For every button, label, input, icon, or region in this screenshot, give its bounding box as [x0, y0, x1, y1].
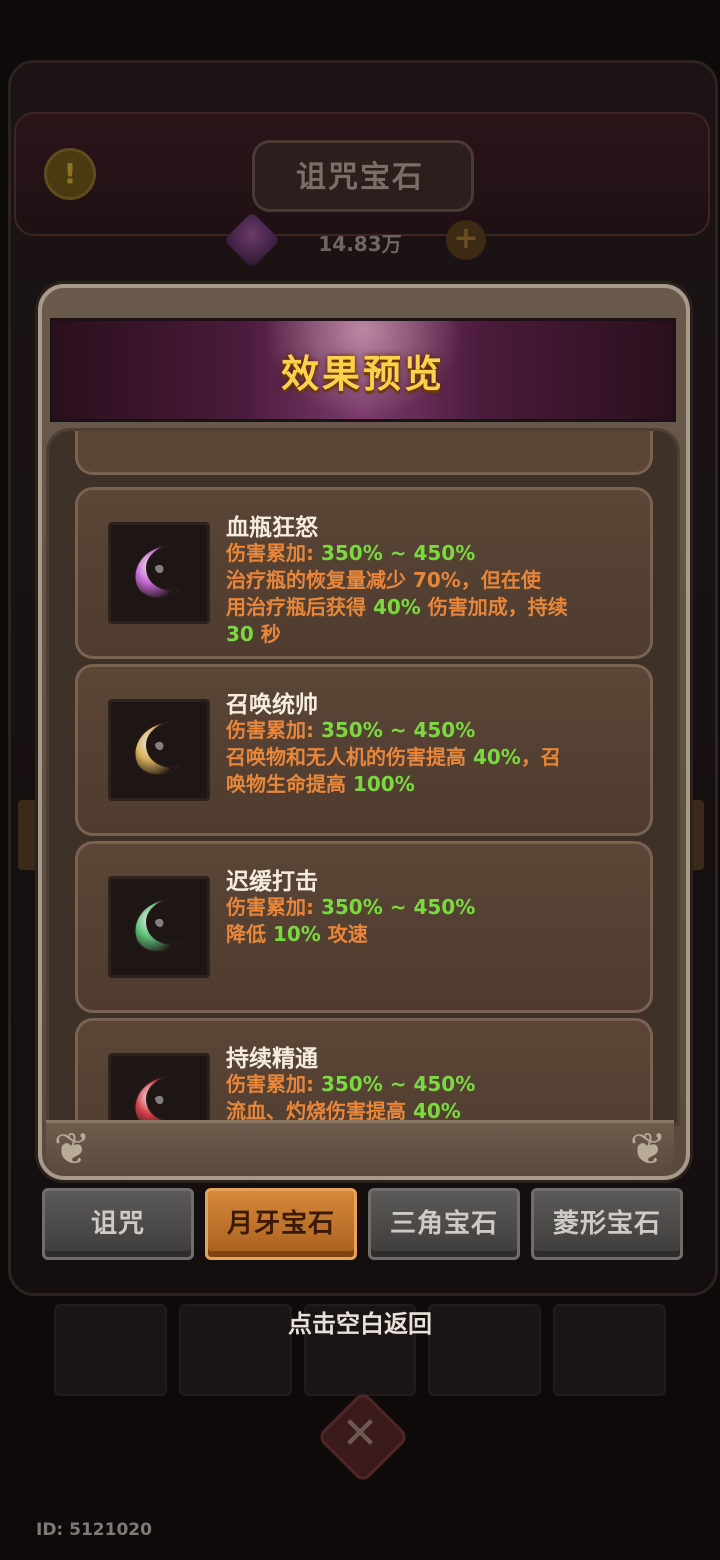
effect-name: 召唤统帅: [226, 692, 318, 718]
effect-text: 攻速: [320, 922, 368, 946]
effect-text: 伤害累加:: [226, 718, 321, 742]
effect-description-line: 用治疗瓶后获得 40% 伤害加成，持续: [226, 594, 626, 621]
effect-text: 伤害累加:: [226, 1072, 321, 1096]
effect-text: ，召: [520, 745, 561, 769]
effect-name: 持续精通: [226, 1046, 318, 1072]
effect-description-line: 伤害累加: 350% ~ 450%: [226, 540, 626, 567]
effect-text: 秒: [253, 622, 281, 646]
close-icon: ✕: [341, 1408, 379, 1459]
effect-text: 召唤物和无人机的伤害提高: [226, 745, 473, 769]
effect-card: 召唤统帅 伤害累加: 350% ~ 450% 召唤物和无人机的伤害提高 40%，召唤…: [75, 664, 653, 836]
effect-description-line: 30 秒: [226, 621, 626, 648]
effect-preview-banner: 效果预览: [50, 318, 676, 422]
effect-text: 伤害加成，持续: [420, 595, 568, 619]
tab-diamond-gem[interactable]: 菱形宝石: [531, 1188, 683, 1260]
effect-card: 血瓶狂怒 伤害累加: 350% ~ 450% 治疗瓶的恢复量减少 70%，但在使 用治…: [75, 487, 653, 659]
crescent-gem-icon: [108, 1053, 210, 1123]
effect-description-line: 伤害累加: 350% ~ 450%: [226, 717, 626, 744]
list-item-partial: [75, 431, 653, 475]
effect-description-line: 伤害累加: 350% ~ 450%: [226, 1071, 626, 1098]
effect-text: 伤害累加:: [226, 541, 321, 565]
crescent-gem-icon: [108, 876, 210, 978]
effect-text: 唤物生命提高: [226, 772, 353, 796]
effect-text: 用治疗瓶后获得: [226, 595, 373, 619]
effect-description-line: 唤物生命提高 100%: [226, 771, 626, 798]
currency-amount: 14.83万: [318, 232, 402, 256]
effect-value: 10%: [272, 922, 321, 946]
crescent-gem-icon: [108, 522, 210, 624]
modal-title: 效果预览: [280, 352, 445, 396]
tab-curse[interactable]: 诅咒: [42, 1188, 194, 1260]
effect-value: 30: [226, 622, 254, 646]
panel-bottom-rail: [46, 1120, 674, 1175]
effect-value: 350% ~ 450%: [320, 541, 476, 565]
effect-value: 350% ~ 450%: [320, 718, 476, 742]
corner-ornament-right-icon: ❦: [629, 1124, 667, 1175]
effect-text: 治疗瓶的恢复量减少: [226, 568, 413, 592]
warning-icon[interactable]: !: [44, 148, 96, 200]
effect-list[interactable]: 血瓶狂怒 伤害累加: 350% ~ 450% 治疗瓶的恢复量减少 70%，但在使 用治…: [46, 428, 680, 1126]
effect-description-line: 召唤物和无人机的伤害提高 40%，召: [226, 744, 626, 771]
effect-value: 100%: [352, 772, 415, 796]
effect-name: 迟缓打击: [226, 869, 318, 895]
effect-value: 350% ~ 450%: [320, 895, 476, 919]
side-tab-left: [18, 800, 38, 870]
corner-ornament-left-icon: ❦: [53, 1124, 91, 1175]
effect-description-line: 治疗瓶的恢复量减少 70%，但在使: [226, 567, 626, 594]
effect-description-line: 降低 10% 攻速: [226, 921, 626, 948]
crescent-gem-icon: [108, 699, 210, 801]
tap-blank-to-return[interactable]: 点击空白返回: [0, 1304, 720, 1339]
effect-value: 350% ~ 450%: [320, 1072, 476, 1096]
tab-triangle-gem[interactable]: 三角宝石: [368, 1188, 520, 1260]
effect-text: 降低: [226, 922, 273, 946]
effect-value: 40%: [472, 745, 521, 769]
add-currency-icon[interactable]: +: [446, 220, 486, 260]
effect-description-line: 伤害累加: 350% ~ 450%: [226, 894, 626, 921]
tab-crescent-gem[interactable]: 月牙宝石: [205, 1188, 357, 1260]
effect-card: 迟缓打击 伤害累加: 350% ~ 450% 降低 10% 攻速: [75, 841, 653, 1013]
effect-card: 持续精通 伤害累加: 350% ~ 450% 流血、灼烧伤害提高 40%: [75, 1018, 653, 1123]
player-id: ID: 5121020: [36, 1520, 152, 1540]
effect-value: 40%: [372, 595, 421, 619]
effect-text: 伤害累加:: [226, 895, 321, 919]
effect-text: 70%: [412, 568, 461, 592]
effect-text: ，但在使: [460, 568, 541, 592]
background-title: 诅咒宝石: [296, 160, 424, 195]
effect-name: 血瓶狂怒: [226, 515, 318, 541]
